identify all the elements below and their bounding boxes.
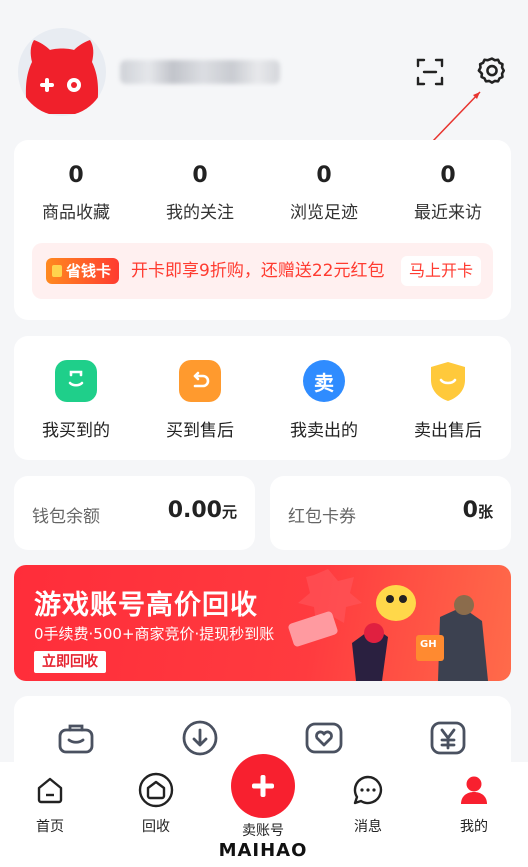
stat-label: 我的关注 — [166, 203, 234, 223]
plus-icon — [252, 775, 274, 797]
return-icon — [179, 360, 221, 402]
order-bought[interactable]: 我买到的 — [14, 360, 138, 441]
message-icon — [333, 772, 403, 808]
profile-header — [0, 0, 528, 143]
brand-wordmark: MAIHAO — [218, 840, 308, 861]
sell-icon-glyph: 卖 — [314, 370, 334, 395]
wallet-value: 0.00元 — [167, 498, 237, 523]
stat-value: 0 — [192, 163, 208, 188]
order-bought-aftersale[interactable]: 买到售后 — [138, 360, 262, 441]
stat-visitors[interactable]: 0 最近来访 — [386, 162, 510, 223]
savings-card-badge: 省钱卡 — [46, 258, 120, 284]
sell-icon: 卖 — [303, 360, 345, 402]
wallet-balance-card[interactable]: 钱包余额 0.00元 — [14, 476, 255, 550]
order-label: 买到售后 — [166, 421, 234, 441]
tab-mine[interactable]: 我的 — [439, 772, 509, 836]
tab-home[interactable]: 首页 — [15, 772, 85, 836]
heart-box-icon[interactable] — [300, 718, 348, 758]
stat-label: 商品收藏 — [42, 203, 110, 223]
pointer-arrow — [431, 91, 481, 143]
order-label: 卖出售后 — [414, 421, 482, 441]
order-sold-aftersale[interactable]: 卖出售后 — [386, 360, 510, 441]
coupons-value: 0张 — [462, 498, 493, 523]
tab-label: 首页 — [36, 819, 64, 835]
stat-favorites[interactable]: 0 商品收藏 — [14, 162, 138, 223]
bag-label: GH — [420, 639, 437, 650]
savings-card-promo[interactable]: 省钱卡 开卡即享9折购，还赠送22元红包 马上开卡 — [32, 243, 493, 299]
stat-label: 浏览足迹 — [290, 203, 358, 223]
wallet-label: 钱包余额 — [32, 507, 100, 527]
order-label: 我买到的 — [42, 421, 110, 441]
sell-account-button[interactable] — [231, 754, 295, 818]
recycle-now-button[interactable]: 立即回收 — [34, 651, 106, 673]
tab-label: 我的 — [460, 819, 488, 835]
home-icon — [15, 772, 85, 808]
stats-card: 0 商品收藏 0 我的关注 0 浏览足迹 0 最近来访 省钱卡 开卡即享9折购，… — [14, 140, 511, 320]
order-label: 我卖出的 — [290, 421, 358, 441]
stat-value: 0 — [68, 163, 84, 188]
orders-card: 我买到的 买到售后 卖 我卖出的 卖出售后 — [14, 336, 511, 460]
download-icon[interactable] — [176, 718, 224, 758]
open-card-button[interactable]: 马上开卡 — [400, 256, 481, 286]
banner-subtitle: 0手续费·500+商家竞价·提现秒到账 — [34, 625, 275, 643]
shield-icon — [427, 360, 469, 402]
stat-value: 0 — [316, 163, 332, 188]
recycle-banner[interactable]: 游戏账号高价回收 0手续费·500+商家竞价·提现秒到账 立即回收 GH — [14, 565, 511, 681]
profile-icon — [439, 772, 509, 808]
sell-account-label: 卖账号 — [242, 823, 284, 839]
tab-messages[interactable]: 消息 — [333, 772, 403, 836]
briefcase-icon[interactable] — [52, 718, 100, 758]
stat-following[interactable]: 0 我的关注 — [138, 162, 262, 223]
tab-recycle[interactable]: 回收 — [121, 772, 191, 836]
avatar[interactable] — [18, 28, 106, 116]
bag-icon — [55, 360, 97, 402]
coupons-label: 红包卡券 — [288, 507, 356, 527]
bottom-tab-bar: 首页 回收 卖账号 消息 我的 MAIHAO — [0, 754, 528, 867]
yen-icon[interactable] — [424, 718, 472, 758]
username-blurred — [120, 60, 280, 84]
promo-text: 开卡即享9折购，还赠送22元红包 — [131, 261, 385, 281]
recycle-icon — [121, 772, 191, 808]
order-sold[interactable]: 卖 我卖出的 — [262, 360, 386, 441]
stat-value: 0 — [440, 163, 456, 188]
stat-label: 最近来访 — [414, 203, 482, 223]
stat-history[interactable]: 0 浏览足迹 — [262, 162, 386, 223]
coupons-card[interactable]: 红包卡券 0张 — [270, 476, 511, 550]
tab-label: 回收 — [142, 819, 170, 835]
banner-title: 游戏账号高价回收 — [34, 590, 258, 621]
tab-label: 消息 — [354, 819, 382, 835]
